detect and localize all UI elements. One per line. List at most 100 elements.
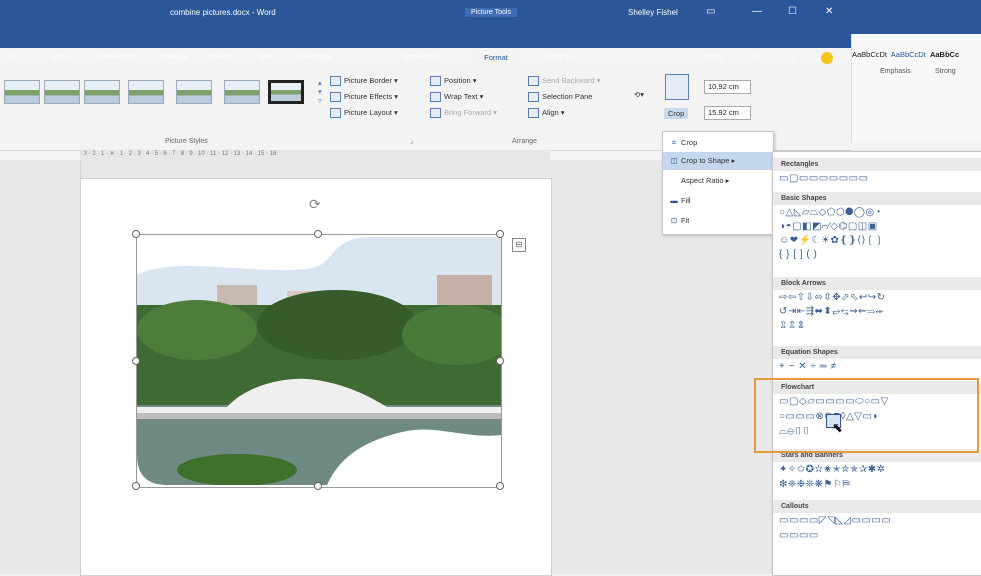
category-block-arrows: Block Arrows bbox=[773, 277, 981, 290]
picture-style-3[interactable] bbox=[84, 80, 120, 104]
tab-design[interactable]: gn bbox=[6, 52, 14, 61]
picture-effects-icon bbox=[330, 92, 341, 103]
shape-row[interactable]: ○△◺▱⏢◇⬠⬡⯃◯◎◔ bbox=[779, 207, 881, 218]
shape-row[interactable]: ✦✧✩✪✫✬✭✮✯✰✱✲ bbox=[779, 464, 886, 475]
left-margin bbox=[0, 160, 81, 574]
resize-handle-ne[interactable] bbox=[496, 230, 504, 238]
selection-pane-button[interactable]: Selection Pane bbox=[528, 92, 593, 103]
rotate-icon[interactable]: ⟲▾ bbox=[634, 90, 644, 99]
menu-label-aspect-ratio: Aspect Ratio ▸ bbox=[681, 176, 730, 185]
selection-pane-icon bbox=[528, 92, 539, 103]
fit-icon: ⊡ bbox=[670, 216, 678, 225]
layout-options-icon[interactable]: ⊟ bbox=[512, 238, 526, 252]
picture-style-6[interactable] bbox=[224, 80, 260, 104]
resize-handle-e[interactable] bbox=[496, 357, 504, 365]
picture-effects-label: Picture Effects ▾ bbox=[344, 92, 399, 101]
menu-item-aspect-ratio[interactable]: Aspect Ratio ▸ bbox=[663, 172, 773, 190]
menu-item-fit[interactable]: ⊡ Fit bbox=[663, 212, 773, 230]
dialog-launcher-icon[interactable]: ⌟ bbox=[410, 137, 413, 145]
ribbon-display-icon[interactable]: ▭ bbox=[706, 6, 715, 17]
tab-format[interactable]: Format bbox=[470, 48, 522, 70]
tab-layout[interactable]: Layout bbox=[46, 52, 69, 61]
user-name[interactable]: Shelley Fishel bbox=[628, 8, 678, 17]
wrap-text-button[interactable]: Wrap Text ▾ bbox=[430, 92, 484, 103]
emoji-icon[interactable] bbox=[821, 52, 833, 64]
picture-tools-label: Picture Tools bbox=[465, 8, 517, 17]
shape-row[interactable]: ▭▭▭▭ bbox=[779, 530, 819, 541]
fill-icon: ▬ bbox=[670, 196, 678, 205]
width-field[interactable]: 15.92 cm bbox=[704, 106, 751, 120]
resize-handle-nw[interactable] bbox=[132, 230, 140, 238]
position-button[interactable]: Position ▾ bbox=[430, 76, 477, 87]
picture-style-2[interactable] bbox=[44, 80, 80, 104]
picture-effects-button[interactable]: Picture Effects ▾ bbox=[330, 92, 399, 103]
shape-row[interactable]: ⇨⇦⇧⇩⬄⇳✥⬀⬁↩↪↻ bbox=[779, 292, 886, 303]
style-gallery[interactable]: AaBbCcDt AaBbCcDt AaBbCc bbox=[852, 50, 959, 59]
shape-row[interactable]: ◑◓▢◧◩⌐⁄◇⌬▢◫▣ bbox=[779, 221, 878, 232]
picture-layout-icon bbox=[330, 108, 341, 119]
picture-style-1[interactable] bbox=[4, 80, 40, 104]
resize-handle-w[interactable] bbox=[132, 357, 140, 365]
shape-row[interactable]: ❇❈❉❊❋⚑⚐⛿ bbox=[779, 479, 850, 490]
share-icon: ⚇ bbox=[694, 52, 703, 61]
category-rectangles: Rectangles bbox=[773, 158, 981, 171]
resize-handle-s[interactable] bbox=[314, 482, 322, 490]
shape-row[interactable]: ↺⇥⇤⇶⬌⬍⥂⥃⇝⇜⥰⬰ bbox=[779, 306, 884, 317]
smiley-feedback-icon[interactable]: ☺ bbox=[750, 50, 760, 61]
menu-item-crop-to-shape[interactable]: ◫ Crop to Shape ▸ bbox=[663, 152, 773, 170]
shape-row[interactable]: + − ✕ ÷ ═ ≠ bbox=[779, 361, 837, 372]
height-field[interactable]: 10.92 cm bbox=[704, 80, 751, 94]
crop-to-shape-icon: ◫ bbox=[670, 156, 678, 165]
picture-style-7[interactable] bbox=[268, 80, 304, 104]
shape-row[interactable]: ⇫⇬⇭ bbox=[779, 320, 806, 331]
shape-row[interactable]: { } [ ] ( ) bbox=[779, 249, 817, 260]
send-backward-icon bbox=[528, 76, 539, 87]
resize-handle-se[interactable] bbox=[496, 482, 504, 490]
comment-icon[interactable]: ⎵ bbox=[790, 50, 794, 61]
shape-row[interactable]: ▭▢▭▭▭▭▭▭▭ bbox=[779, 173, 869, 184]
shape-row[interactable]: ☺❤⚡☾☀✿❴❵⟨⟩❲❳ bbox=[779, 235, 884, 246]
send-backward-button[interactable]: Send Backward ▾ bbox=[528, 76, 601, 87]
wrap-text-label: Wrap Text ▾ bbox=[444, 92, 484, 101]
align-button[interactable]: Align ▾ bbox=[528, 108, 565, 119]
maximize-button[interactable]: ☐ bbox=[788, 6, 797, 17]
picture-border-button[interactable]: Picture Border ▾ bbox=[330, 76, 398, 87]
selection-pane-label: Selection Pane bbox=[542, 92, 593, 101]
menu-item-fill[interactable]: ▬ Fill bbox=[663, 192, 773, 210]
picture-style-5[interactable] bbox=[176, 80, 212, 104]
tell-me-box[interactable]: ⚲ Tell me bbox=[544, 52, 575, 61]
tab-view[interactable]: View bbox=[258, 52, 274, 61]
bring-forward-label: Bring Forward ▾ bbox=[444, 108, 497, 117]
minimize-button[interactable]: — bbox=[752, 6, 762, 17]
category-basic-shapes: Basic Shapes bbox=[773, 192, 981, 205]
tab-references[interactable]: References bbox=[98, 52, 136, 61]
crop-button[interactable]: Crop bbox=[664, 108, 689, 119]
resize-handle-sw[interactable] bbox=[132, 482, 140, 490]
title-bar bbox=[0, 0, 851, 48]
picture-layout-button[interactable]: Picture Layout ▾ bbox=[330, 108, 398, 119]
menu-label-crop: Crop bbox=[681, 138, 698, 147]
bring-forward-icon bbox=[430, 108, 441, 119]
gallery-scroll-icon[interactable]: ▴ ▾ ▿ bbox=[318, 78, 322, 105]
tab-review[interactable]: Review bbox=[208, 52, 233, 61]
style-sample-3: AaBbCc bbox=[929, 50, 960, 59]
menu-item-crop[interactable]: ⌗ Crop bbox=[663, 134, 773, 152]
resize-handle-n[interactable] bbox=[314, 230, 322, 238]
cropped-picture[interactable] bbox=[136, 234, 502, 488]
style-sample-1: AaBbCcDt bbox=[852, 50, 888, 59]
tell-me-label: Tell me bbox=[551, 52, 576, 61]
crop-large-icon[interactable] bbox=[665, 74, 689, 100]
category-equation-shapes: Equation Shapes bbox=[773, 346, 981, 359]
share-button[interactable]: ⚇ Share bbox=[694, 52, 723, 61]
bring-forward-button[interactable]: Bring Forward ▾ bbox=[430, 108, 497, 119]
align-label: Align ▾ bbox=[542, 108, 565, 117]
rotate-handle-icon[interactable]: ⟳ bbox=[309, 196, 321, 213]
close-button[interactable]: ✕ bbox=[825, 6, 833, 17]
tab-developer[interactable]: Developer bbox=[298, 52, 332, 61]
tab-mailings[interactable]: Mailings bbox=[160, 52, 188, 61]
tab-nitro[interactable]: Nitro Pro 10 bbox=[402, 52, 442, 61]
shape-row[interactable]: ▭▭▭▭◸◹◺◿▭▭▭▭ bbox=[779, 515, 891, 526]
picture-style-4[interactable] bbox=[128, 80, 164, 104]
send-backward-label: Send Backward ▾ bbox=[542, 76, 601, 85]
align-icon bbox=[528, 108, 539, 119]
